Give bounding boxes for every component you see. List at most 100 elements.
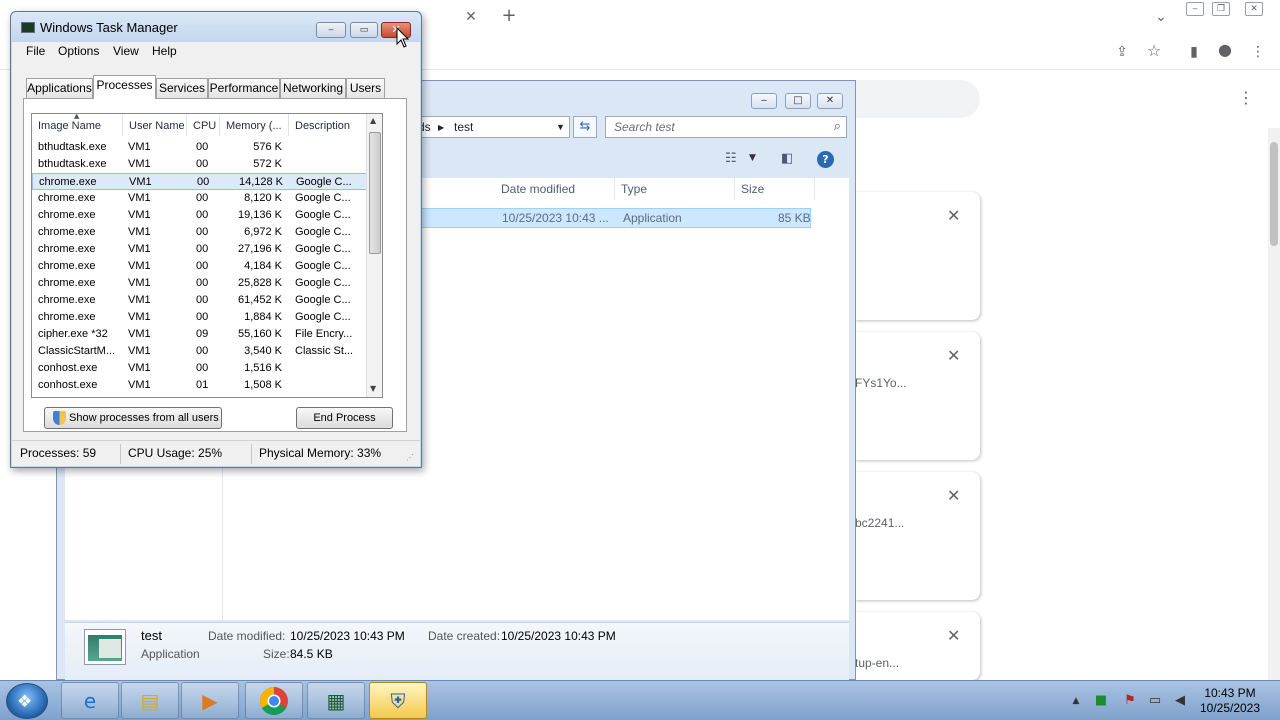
column-date-modified[interactable]: Date modified [495, 178, 615, 200]
remove-download-icon[interactable]: ✕ [947, 626, 960, 645]
file-row-selected[interactable]: 10/25/2023 10:43 ... Application 85 KB [421, 208, 811, 228]
action-center-icon[interactable]: ⚑ [1122, 693, 1138, 709]
show-hidden-icons-icon[interactable]: ▲ [1068, 693, 1084, 709]
process-row[interactable]: chrome.exe VM1 00 1,884 K Google C... [32, 309, 367, 326]
chrome-minimize-button[interactable]: ‒ [1186, 2, 1204, 16]
chrome-menu-icon[interactable]: ⋮ [1249, 44, 1267, 62]
view-dropdown-icon[interactable]: ▼ [749, 153, 756, 163]
scrollbar-thumb[interactable] [1270, 142, 1278, 246]
refresh-icon[interactable]: ⇆ [573, 116, 597, 138]
share-icon[interactable]: ⇪ [1113, 44, 1131, 62]
preview-pane-icon[interactable]: ◧ [781, 151, 793, 166]
process-row[interactable]: conhost.exe VM1 01 1,508 K [32, 377, 367, 394]
column-description[interactable]: Description [289, 114, 367, 136]
network-icon[interactable]: ▭ [1147, 693, 1163, 709]
minimize-button[interactable]: ‒ [316, 22, 346, 38]
explorer-search-input[interactable]: Search test ⌕ [605, 116, 847, 138]
menu-view[interactable]: View [113, 44, 139, 58]
scrollbar-thumb[interactable] [369, 132, 381, 254]
process-row[interactable]: cipher.exe *32 VM1 09 55,160 K File Encry... [32, 326, 367, 343]
process-cpu: 00 [196, 294, 209, 306]
chrome-icon[interactable] [245, 682, 303, 719]
show-all-processes-button[interactable]: Show processes from all users [44, 407, 222, 429]
volume-muted-icon[interactable]: ◀ [1172, 693, 1188, 709]
column-user-name[interactable]: User Name [123, 114, 187, 136]
download-card[interactable]: ✕ tup-en... [855, 612, 980, 680]
process-row[interactable]: chrome.exe VM1 00 4,184 K Google C... [32, 258, 367, 275]
download-card[interactable]: ✕ [855, 192, 980, 320]
process-row[interactable]: chrome.exe VM1 00 14,128 K Google C... [32, 173, 367, 190]
tab-applications[interactable]: Applications [26, 78, 93, 98]
scroll-up-arrow-icon[interactable]: ▲ [370, 116, 376, 125]
process-row[interactable]: chrome.exe VM1 00 25,828 K Google C... [32, 275, 367, 292]
chrome-scrollbar[interactable] [1268, 128, 1280, 680]
tab-close-icon[interactable]: ✕ [462, 9, 480, 27]
system-clock[interactable]: 10:43 PM 10/25/2023 [1190, 686, 1270, 716]
process-row[interactable]: chrome.exe VM1 00 27,196 K Google C... [32, 241, 367, 258]
process-row[interactable]: bthudtask.exe VM1 00 576 K [32, 139, 367, 156]
details-date-created: 10/25/2023 10:43 PM [501, 629, 616, 643]
menu-options[interactable]: Options [58, 44, 99, 58]
tab-networking[interactable]: Networking [280, 78, 346, 98]
explorer-minimize-button[interactable]: ‒ [751, 93, 777, 109]
tab-search-chevron-icon[interactable]: ⌄ [1152, 9, 1170, 27]
profile-avatar-icon[interactable]: ● [1216, 42, 1234, 60]
media-player-icon[interactable]: ▶ [181, 682, 239, 719]
process-row[interactable]: chrome.exe VM1 00 19,136 K Google C... [32, 207, 367, 224]
tab-processes[interactable]: Processes [93, 75, 156, 99]
help-icon[interactable]: ? [817, 151, 834, 168]
remove-download-icon[interactable]: ✕ [947, 206, 960, 225]
download-card[interactable]: ✕ bc2241... [855, 472, 980, 600]
resize-grip-icon[interactable]: ⋰ [406, 453, 414, 462]
downloads-more-icon[interactable]: ⋮ [1237, 90, 1255, 108]
column-cpu[interactable]: CPU [187, 114, 220, 136]
column-type[interactable]: Type [615, 178, 735, 200]
search-icon[interactable]: ⌕ [834, 119, 841, 134]
internet-explorer-icon[interactable]: e [61, 682, 119, 719]
download-card[interactable]: ✕ FYs1Yo... [855, 332, 980, 460]
process-row[interactable]: chrome.exe VM1 00 8,120 K Google C... [32, 190, 367, 207]
remove-download-icon[interactable]: ✕ [947, 346, 960, 365]
side-panel-icon[interactable]: ▮ [1185, 44, 1203, 62]
remove-download-icon[interactable]: ✕ [947, 486, 960, 505]
menu-help[interactable]: Help [152, 44, 177, 58]
security-shield-icon[interactable]: ⛨ [369, 682, 427, 719]
tab-performance[interactable]: Performance [208, 78, 280, 98]
process-user-name: VM1 [128, 226, 151, 238]
chrome-close-button[interactable]: ✕ [1245, 2, 1263, 16]
process-row[interactable]: conhost.exe VM1 00 1,516 K [32, 360, 367, 377]
process-list[interactable]: Image Name User Name CPU Memory (... Des… [31, 113, 383, 398]
process-image-name: bthudtask.exe [38, 141, 107, 153]
tab-services[interactable]: Services [156, 78, 208, 98]
maximize-button[interactable]: ▭ [350, 22, 378, 38]
process-list-scrollbar[interactable]: ▲ ▼ [366, 114, 382, 397]
address-dropdown-icon[interactable]: ▼ [556, 122, 565, 132]
breadcrumb-current[interactable]: test [454, 120, 473, 134]
start-orb-icon[interactable]: ❖ [6, 683, 48, 719]
process-image-name: ClassicStartM... [38, 345, 116, 357]
process-image-name: chrome.exe [38, 294, 96, 306]
new-tab-icon[interactable]: + [500, 7, 518, 26]
file-explorer-icon[interactable]: ▤ [121, 682, 179, 719]
column-memory[interactable]: Memory (... [220, 114, 289, 136]
tray-task-manager-icon[interactable]: ■ [1093, 693, 1109, 709]
bookmark-star-icon[interactable]: ☆ [1145, 43, 1163, 61]
column-size[interactable]: Size [735, 178, 815, 200]
end-process-button[interactable]: End Process [296, 407, 393, 429]
details-date-modified-label: Date modified: [208, 629, 286, 643]
address-bar[interactable]: ds ▶ test ▼ [413, 116, 570, 138]
chrome-restore-button[interactable]: ❐ [1212, 2, 1230, 16]
menu-file[interactable]: File [26, 44, 45, 58]
process-row[interactable]: ClassicStartM... VM1 00 3,540 K Classic St..… [32, 343, 367, 360]
view-options-icon[interactable]: ☷ [725, 151, 737, 166]
process-row[interactable]: chrome.exe VM1 00 6,972 K Google C... [32, 224, 367, 241]
scroll-down-arrow-icon[interactable]: ▼ [370, 384, 376, 393]
task-manager-icon[interactable]: ▦ [307, 682, 365, 719]
explorer-maximize-button[interactable]: □ [785, 93, 811, 109]
explorer-close-button[interactable]: ✕ [817, 93, 843, 109]
task-manager-titlebar[interactable]: Windows Task Manager ‒ ▭ ✕ [11, 12, 421, 42]
process-row[interactable]: chrome.exe VM1 00 61,452 K Google C... [32, 292, 367, 309]
process-cpu: 00 [196, 243, 209, 255]
process-row[interactable]: bthudtask.exe VM1 00 572 K [32, 156, 367, 173]
tab-users[interactable]: Users [346, 78, 385, 98]
